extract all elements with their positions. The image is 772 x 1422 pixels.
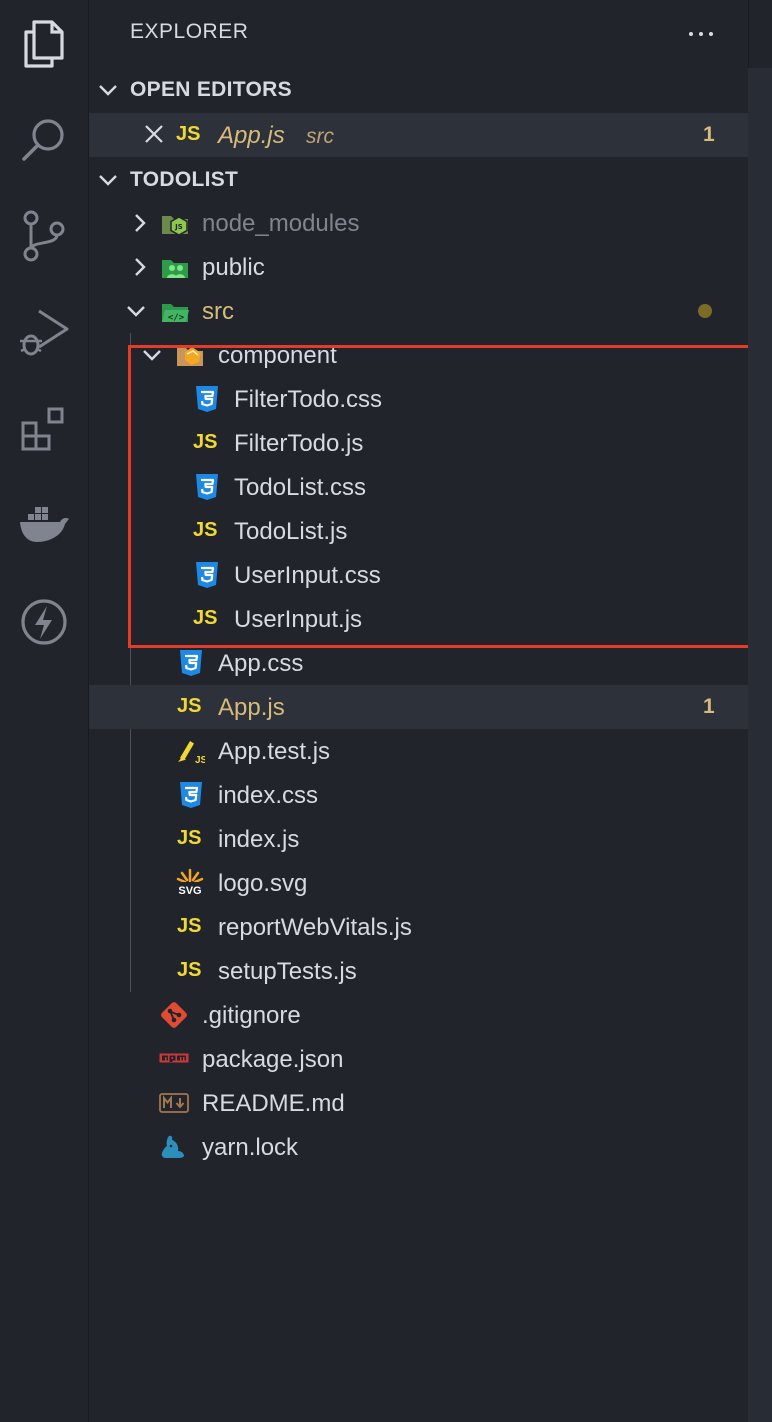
explorer-title: EXPLORER xyxy=(130,20,249,43)
run-debug-activity[interactable] xyxy=(0,296,88,368)
svg-text:JS: JS xyxy=(195,755,205,766)
source-control-icon xyxy=(23,210,65,262)
open-editor-filename: App.js xyxy=(218,122,285,149)
docker-activity[interactable] xyxy=(0,488,88,560)
js-icon: JS xyxy=(177,959,202,981)
problem-count-badge: 1 xyxy=(703,695,715,718)
explorer-sidebar: EXPLORER OPEN EDITORS JS App.js src 1 TO… xyxy=(89,0,748,1422)
file-item[interactable]: package.json xyxy=(89,1037,748,1081)
file-name: reportWebVitals.js xyxy=(218,914,412,941)
chevron-down-icon xyxy=(99,175,117,186)
file-item-selected[interactable]: JS App.js 1 xyxy=(89,685,748,729)
folder-public[interactable]: public xyxy=(89,245,748,289)
explorer-activity[interactable] xyxy=(0,8,88,80)
file-name: index.js xyxy=(218,826,300,853)
files-icon xyxy=(24,20,64,68)
activity-bar xyxy=(0,0,89,1422)
close-icon[interactable] xyxy=(144,124,164,144)
markdown-icon xyxy=(159,1093,189,1113)
chevron-right-icon xyxy=(135,214,146,232)
git-icon xyxy=(161,1002,187,1028)
file-item[interactable]: .gitignore xyxy=(89,993,748,1037)
open-editors-label: OPEN EDITORS xyxy=(130,78,292,101)
js-icon: JS xyxy=(177,827,202,849)
file-name: .gitignore xyxy=(202,1002,301,1029)
search-icon xyxy=(22,119,64,161)
source-control-activity[interactable] xyxy=(0,200,88,272)
folder-name: public xyxy=(202,254,265,281)
file-name: README.md xyxy=(202,1090,345,1117)
lightning-icon xyxy=(21,599,67,645)
explorer-header: EXPLORER xyxy=(89,0,748,68)
file-name: App.css xyxy=(218,650,304,677)
open-editor-item[interactable]: JS App.js src 1 xyxy=(89,113,748,157)
file-name: App.js xyxy=(218,694,285,721)
css-icon xyxy=(180,650,202,676)
svg-text:</>: </> xyxy=(168,313,185,323)
svg-text:JS: JS xyxy=(174,223,183,231)
workspace-header[interactable]: TODOLIST xyxy=(89,158,748,202)
file-item[interactable]: JS index.js xyxy=(89,817,748,861)
src-folder-open-icon: </> xyxy=(162,304,189,323)
file-item[interactable]: JS reportWebVitals.js xyxy=(89,905,748,949)
folder-name: node_modules xyxy=(202,210,360,237)
js-icon: JS xyxy=(177,695,202,717)
npm-icon xyxy=(159,1053,189,1063)
js-icon: JS xyxy=(177,915,202,937)
folder-src[interactable]: </> src xyxy=(89,289,748,333)
file-item[interactable]: JS App.test.js xyxy=(89,729,748,773)
chevron-right-icon xyxy=(135,258,146,276)
more-actions-icon[interactable] xyxy=(685,18,717,50)
open-editor-path: src xyxy=(306,125,334,148)
workspace-label: TODOLIST xyxy=(130,168,239,191)
highlight-box xyxy=(128,345,754,648)
docker-icon xyxy=(20,507,69,542)
test-js-icon: JS xyxy=(178,741,205,766)
problem-count-badge: 1 xyxy=(703,123,715,146)
svg-icon: SVG xyxy=(176,868,204,897)
public-folder-icon xyxy=(162,260,188,278)
file-name: App.test.js xyxy=(218,738,331,765)
file-name: yarn.lock xyxy=(202,1134,299,1161)
editor-area-edge xyxy=(748,0,772,1422)
file-name: setupTests.js xyxy=(218,958,357,985)
folder-node-modules[interactable]: JS node_modules xyxy=(89,201,748,245)
file-item[interactable]: index.css xyxy=(89,773,748,817)
file-item[interactable]: JS setupTests.js xyxy=(89,949,748,993)
css-icon xyxy=(180,782,202,808)
js-icon: JS xyxy=(176,123,201,145)
svg-glyph: SVG xyxy=(178,885,201,897)
yarn-icon xyxy=(161,1135,184,1158)
thunder-client-activity[interactable] xyxy=(0,586,88,658)
file-name: package.json xyxy=(202,1046,344,1073)
node-folder-icon: JS xyxy=(162,216,188,236)
chevron-down-icon xyxy=(99,85,117,96)
file-item[interactable]: README.md xyxy=(89,1081,748,1125)
modified-indicator xyxy=(698,304,712,318)
file-name: logo.svg xyxy=(218,870,308,897)
run-debug-icon xyxy=(20,309,69,356)
extensions-activity[interactable] xyxy=(0,392,88,464)
editor-tab-strip xyxy=(748,0,772,68)
extensions-icon xyxy=(21,407,64,451)
file-item[interactable]: yarn.lock xyxy=(89,1125,748,1169)
chevron-down-icon xyxy=(127,306,145,317)
file-name: index.css xyxy=(218,782,319,809)
file-item[interactable]: SVG logo.svg xyxy=(89,861,748,905)
open-editors-header[interactable]: OPEN EDITORS xyxy=(89,68,748,112)
search-activity[interactable] xyxy=(0,104,88,176)
folder-name: src xyxy=(202,298,234,325)
